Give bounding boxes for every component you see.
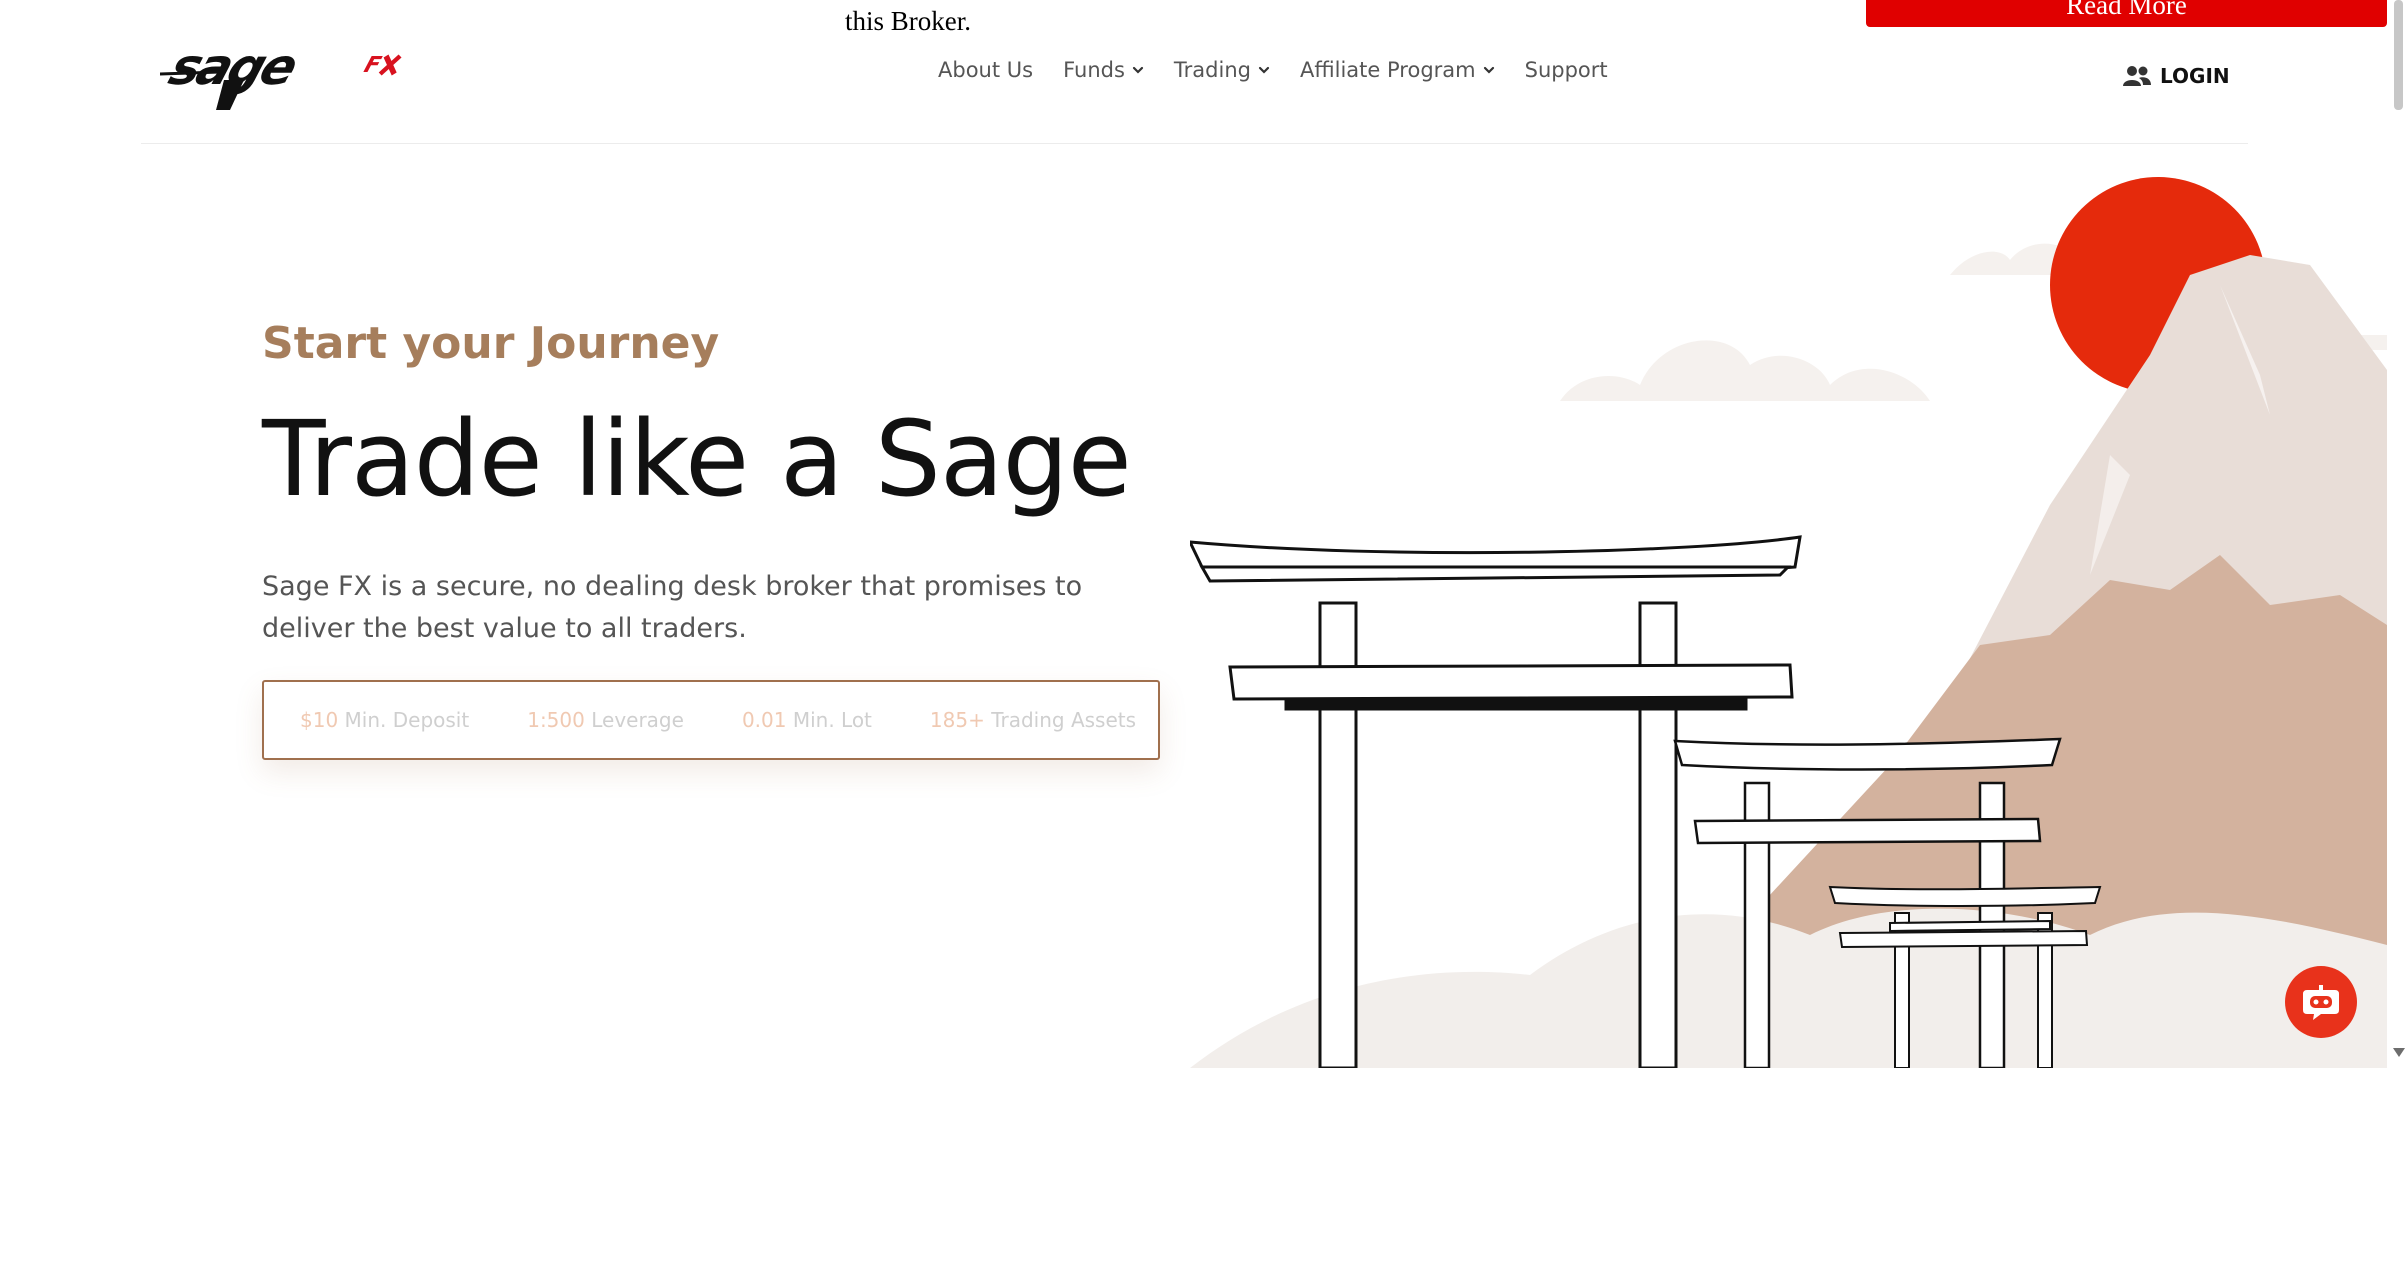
stat-value: $10 (300, 708, 339, 732)
nav-item-about-us[interactable]: About Us (938, 58, 1033, 82)
nav-item-label: Funds (1063, 58, 1125, 82)
chevron-down-icon (1258, 66, 1270, 74)
stat-label: Min. Deposit (344, 708, 470, 732)
nav-item-trading[interactable]: Trading (1174, 58, 1270, 82)
hero-description: Sage FX is a secure, no dealing desk bro… (262, 571, 1083, 644)
scrollbar-thumb[interactable] (2394, 0, 2403, 110)
stat-trading-assets: 185+ Trading Assets (930, 708, 1136, 732)
login-label: LOGIN (2160, 64, 2230, 88)
read-more-button[interactable]: Read More (1866, 0, 2387, 27)
scrollbar[interactable] (2390, 0, 2407, 1068)
stat-min-deposit: $10 Min. Deposit (300, 708, 469, 732)
main-nav: About Us Funds Trading Affiliate Program… (938, 58, 1608, 82)
stats-box: $10 Min. Deposit 1:500 Leverage 0.01 Min… (262, 680, 1160, 760)
chatbot-icon (2303, 985, 2339, 1020)
stat-leverage: 1:500 Leverage (527, 708, 684, 732)
chevron-down-icon (1483, 66, 1494, 74)
nav-item-support[interactable]: Support (1525, 58, 1608, 82)
hero-headline: Trade like a Sage (262, 398, 1132, 520)
notice-text: this Broker. (845, 6, 971, 36)
stat-label: Min. Lot (792, 708, 872, 732)
users-icon (2123, 66, 2151, 86)
header-divider (141, 143, 2248, 144)
stat-value: 1:500 (527, 708, 585, 732)
nav-item-label: Trading (1173, 58, 1251, 82)
nav-item-label: Affiliate Program (1299, 58, 1476, 82)
nav-item-label: About Us (938, 58, 1034, 82)
login-button[interactable]: LOGIN (2122, 64, 2230, 88)
nav-item-affiliate-program[interactable]: Affiliate Program (1300, 58, 1495, 82)
stat-value: 0.01 (741, 708, 787, 732)
stat-label: Leverage (591, 708, 684, 732)
sage-fx-logo[interactable]: sage F (160, 36, 420, 114)
chevron-down-icon (1132, 66, 1144, 74)
stat-min-lot: 0.01 Min. Lot (742, 708, 872, 732)
nav-item-label: Support (1524, 58, 1608, 82)
hero-illustration (1190, 177, 2387, 1068)
stat-value: 185+ (929, 708, 985, 732)
chat-button[interactable] (2285, 966, 2357, 1038)
nav-item-funds[interactable]: Funds (1063, 58, 1144, 82)
scroll-down-arrow-icon[interactable] (2393, 1048, 2405, 1057)
hero-eyebrow: Start your Journey (262, 318, 720, 369)
mist-shape (1190, 908, 2387, 1068)
stat-label: Trading Assets (991, 708, 1137, 732)
